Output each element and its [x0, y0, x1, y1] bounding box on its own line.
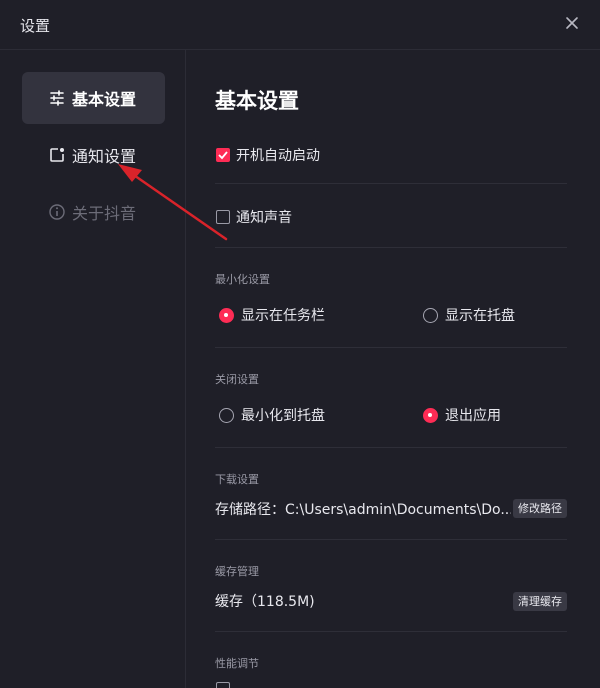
minimize-section-label: 最小化设置 — [215, 273, 270, 286]
checkbox-unchecked-icon — [216, 210, 230, 224]
cache-size-text: 缓存（118.5M) — [215, 594, 315, 610]
radio-label: 显示在托盘 — [445, 308, 515, 324]
performance-section-label: 性能调节 — [215, 657, 259, 670]
notify-sound-label: 通知声音 — [236, 210, 292, 226]
sidebar: 基本设置 通知设置 关于抖音 — [0, 50, 186, 688]
checkbox-unchecked-icon — [216, 682, 230, 688]
notify-sound-checkbox[interactable]: 通知声音 — [216, 207, 292, 227]
radio-unselected-icon — [423, 307, 438, 323]
divider — [215, 631, 567, 632]
storage-path-text: 存储路径：C:\Users\admin\Documents\Do... — [215, 502, 511, 518]
window-title: 设置 — [20, 17, 51, 35]
divider — [215, 447, 567, 448]
radio-label: 最小化到托盘 — [241, 408, 325, 424]
download-section-label: 下载设置 — [215, 473, 259, 486]
clear-cache-button[interactable]: 清理缓存 — [513, 592, 567, 611]
radio-show-taskbar[interactable]: 显示在任务栏 — [219, 305, 325, 325]
cache-section-label: 缓存管理 — [215, 565, 259, 578]
divider — [215, 347, 567, 348]
radio-minimize-to-tray[interactable]: 最小化到托盘 — [219, 405, 325, 425]
sidebar-item-label: 关于抖音 — [72, 204, 137, 223]
change-path-button[interactable]: 修改路径 — [513, 499, 567, 518]
radio-unselected-icon — [219, 407, 234, 423]
radio-selected-icon — [219, 307, 234, 323]
radio-exit-app[interactable]: 退出应用 — [423, 405, 501, 425]
divider — [215, 539, 567, 540]
divider — [215, 183, 567, 184]
performance-checkbox[interactable] — [216, 682, 236, 688]
sidebar-item-basic-settings[interactable]: 基本设置 — [22, 72, 165, 124]
radio-show-tray[interactable]: 显示在托盘 — [423, 305, 515, 325]
sidebar-item-about[interactable]: 关于抖音 — [22, 186, 165, 238]
sidebar-item-label: 基本设置 — [72, 90, 137, 109]
title-bar: 设置 — [0, 0, 600, 50]
settings-content: 基本设置 开机自动启动 通知声音 最小化设置 显示在任务栏 显示在托盘 关闭设置… — [187, 50, 600, 688]
divider — [215, 247, 567, 248]
auto-start-label: 开机自动启动 — [236, 148, 320, 164]
auto-start-checkbox[interactable]: 开机自动启动 — [216, 145, 320, 165]
radio-label: 退出应用 — [445, 408, 501, 424]
close-section-label: 关闭设置 — [215, 373, 259, 386]
info-icon — [48, 203, 66, 221]
notification-icon — [48, 146, 66, 164]
sidebar-item-label: 通知设置 — [72, 147, 137, 166]
sidebar-item-notification-settings[interactable]: 通知设置 — [22, 129, 165, 181]
radio-label: 显示在任务栏 — [241, 308, 325, 324]
close-icon[interactable] — [564, 15, 580, 31]
radio-selected-icon — [423, 407, 438, 423]
checkbox-checked-icon — [216, 148, 230, 162]
sliders-icon — [48, 89, 66, 107]
page-title: 基本设置 — [215, 89, 299, 113]
